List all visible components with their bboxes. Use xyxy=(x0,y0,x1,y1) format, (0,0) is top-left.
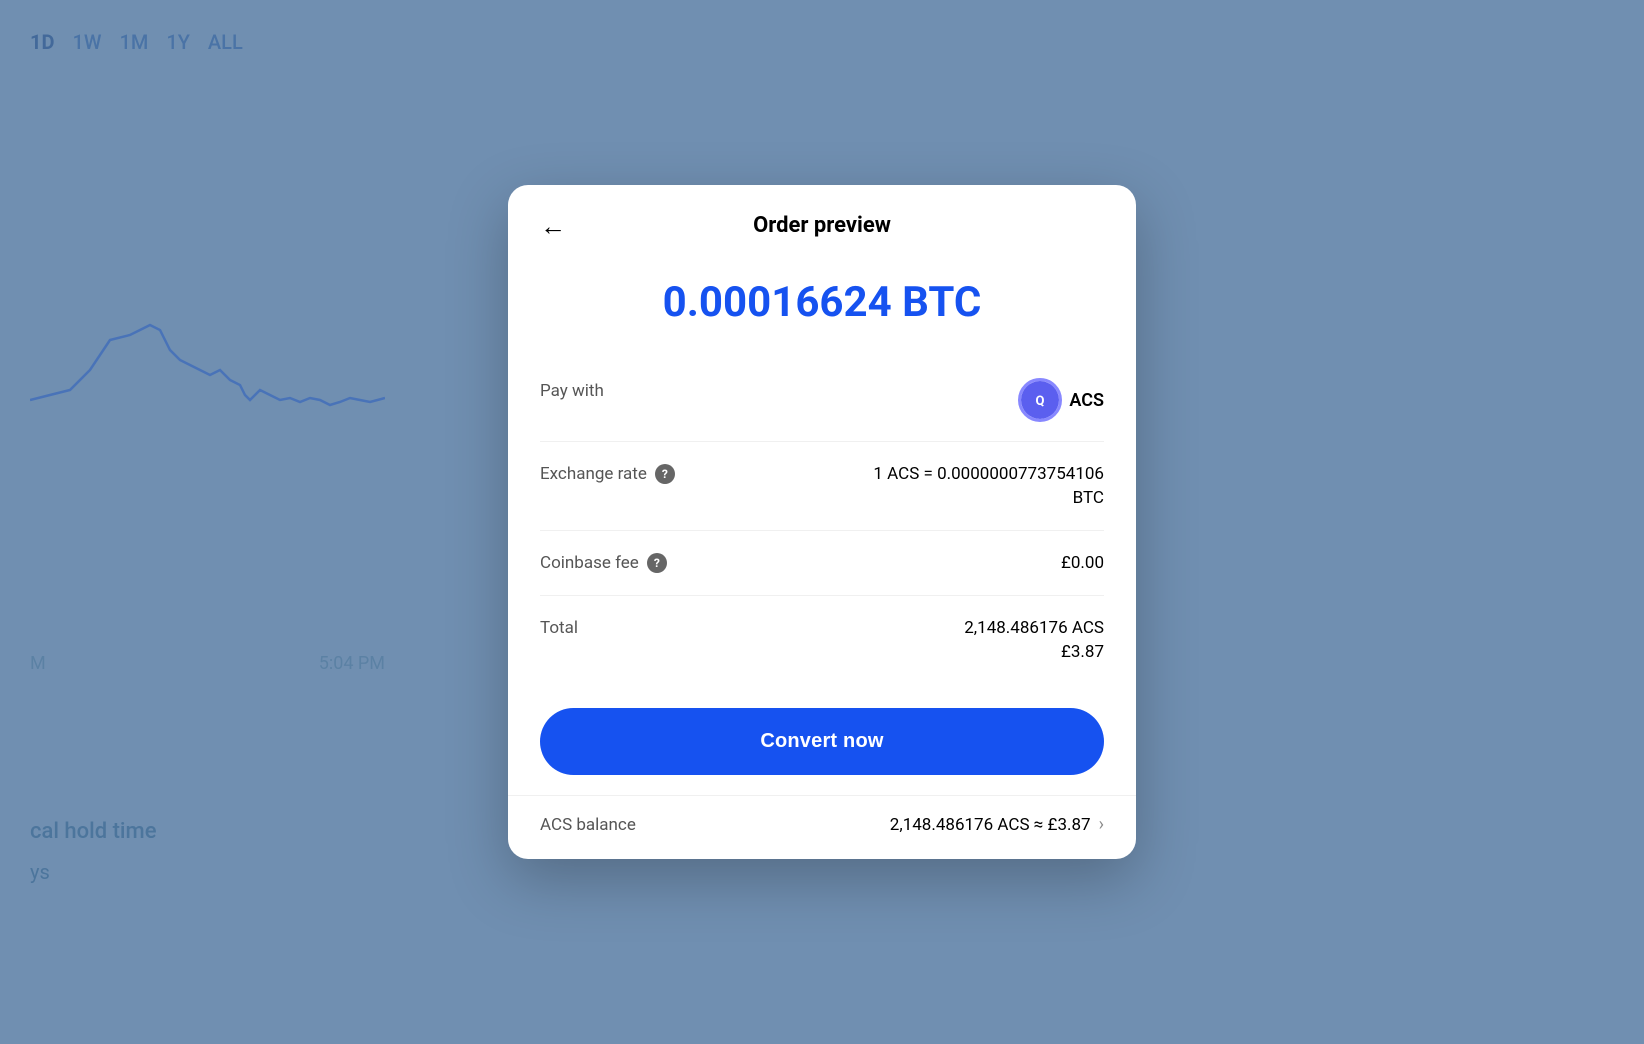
exchange-rate-value: 1 ACS = 0.0000000773754106 BTC xyxy=(873,464,1104,508)
coinbase-fee-label: Coinbase fee ? xyxy=(540,553,667,573)
coinbase-fee-help-icon[interactable]: ? xyxy=(647,553,667,573)
acs-balance-row[interactable]: ACS balance 2,148.486176 ACS ≈ £3.87 › xyxy=(508,795,1136,859)
pay-with-value: Q ACS xyxy=(1021,381,1104,419)
pay-with-label: Pay with xyxy=(540,381,604,401)
modal-title: Order preview xyxy=(753,213,891,238)
total-row: Total 2,148.486176 ACS £3.87 xyxy=(540,596,1104,684)
exchange-rate-label: Exchange rate ? xyxy=(540,464,675,484)
convert-now-button[interactable]: Convert now xyxy=(540,708,1104,775)
modal-header: ← Order preview xyxy=(508,185,1136,258)
balance-value: 2,148.486176 ACS ≈ £3.87 › xyxy=(890,814,1104,835)
btc-amount: 0.00016624 BTC xyxy=(508,258,1136,359)
exchange-rate-row: Exchange rate ? 1 ACS = 0.00000007737541… xyxy=(540,442,1104,531)
acs-icon: Q xyxy=(1021,381,1059,419)
balance-label: ACS balance xyxy=(540,815,636,835)
total-label: Total xyxy=(540,618,578,638)
back-button[interactable]: ← xyxy=(540,213,566,239)
coinbase-fee-row: Coinbase fee ? £0.00 xyxy=(540,531,1104,596)
convert-button-section: Convert now xyxy=(508,684,1136,795)
exchange-rate-help-icon[interactable]: ? xyxy=(655,464,675,484)
order-preview-modal: ← Order preview 0.00016624 BTC Pay with … xyxy=(508,185,1136,859)
acs-currency-label: ACS xyxy=(1069,390,1104,411)
details-section: Pay with Q ACS Exchange rate ? 1 ACS = 0… xyxy=(508,359,1136,684)
svg-text:Q: Q xyxy=(1036,394,1045,409)
coinbase-fee-value: £0.00 xyxy=(1061,553,1104,573)
chevron-right-icon: › xyxy=(1099,814,1104,835)
balance-amount: 2,148.486176 ACS ≈ £3.87 xyxy=(890,815,1091,835)
total-value: 2,148.486176 ACS £3.87 xyxy=(964,618,1104,662)
pay-with-row: Pay with Q ACS xyxy=(540,359,1104,442)
